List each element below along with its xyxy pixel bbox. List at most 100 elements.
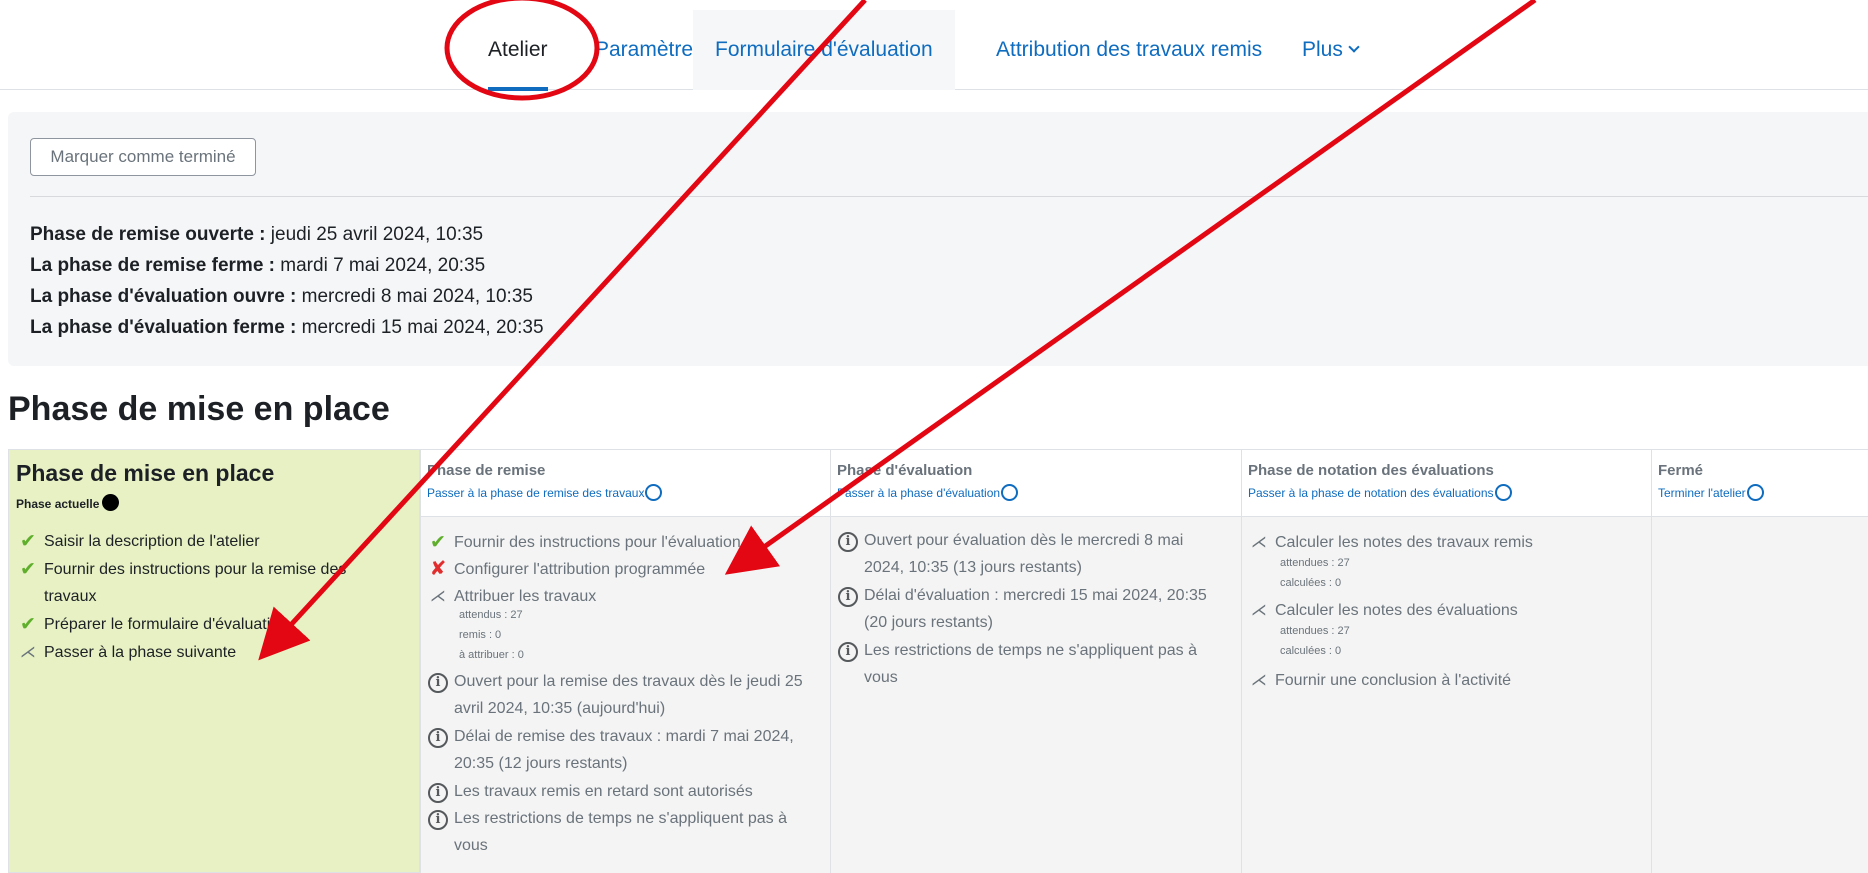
switch-link-text: Passer à la phase de notation des évalua… — [1248, 486, 1494, 500]
task-text[interactable]: Configurer l'attribution programmée — [427, 556, 817, 583]
task-text[interactable]: Fournir des instructions pour la remise … — [17, 556, 357, 610]
todo-icon: ⋌ — [20, 644, 36, 661]
phase-submission-tasks: ✔ Fournir des instructions pour l'évaluat… — [421, 517, 830, 873]
check-icon: ✔ — [20, 559, 36, 580]
stat-expected: attendus : 27 — [459, 609, 523, 621]
task-item: i Délai d'évaluation : mercredi 15 mai 20… — [837, 582, 1227, 636]
check-icon: ✔ — [20, 614, 36, 635]
task-text[interactable]: Calculer les notes des travaux remis — [1248, 529, 1638, 556]
stat-to-allocate: à attribuer : 0 — [459, 649, 524, 661]
stat-calculated: calculées : 0 — [1280, 577, 1342, 589]
task-item: ✔ Fournir des instructions pour la remise… — [17, 556, 357, 610]
task-text[interactable]: Calculer les notes des évaluations — [1248, 597, 1638, 624]
task-text: Les restrictions de temps ne s'appliquen… — [454, 810, 788, 854]
tab-formulaire-evaluation[interactable]: Formulaire d'évaluation — [693, 10, 955, 90]
stat-calculated: calculées : 0 — [1280, 645, 1342, 657]
info-icon: i — [838, 642, 858, 662]
mark-as-done-button[interactable]: Marquer comme terminé — [30, 138, 256, 176]
tab-parametres[interactable]: Paramètres — [595, 10, 704, 90]
info-icon: i — [428, 783, 448, 803]
task-item: i Ouvert pour la remise des travaux dès l… — [427, 668, 817, 722]
tab-plus-label: Plus — [1302, 38, 1343, 61]
task-text[interactable]: Passer à la phase suivante — [17, 639, 407, 666]
phase-setup-title: Phase de mise en place — [16, 460, 275, 486]
task-text[interactable]: Préparer le formulaire d'évaluation — [17, 611, 407, 638]
tab-attribution-travaux[interactable]: Attribution des travaux remis — [996, 10, 1262, 90]
task-item: ✔ Préparer le formulaire d'évaluation — [17, 611, 407, 638]
date-value: mardi 7 mai 2024, 20:35 — [275, 255, 486, 276]
todo-icon: ⋌ — [1251, 602, 1267, 619]
phase-setup-column: Phase de mise en place Phase actuelle ✔ S… — [8, 449, 420, 873]
divider — [30, 196, 1868, 197]
todo-icon: ⋌ — [1251, 672, 1267, 689]
phase-closed-title: Fermé — [1658, 462, 1704, 479]
switch-link-text: Passer à la phase de remise des travaux — [427, 486, 645, 500]
circle-icon — [1001, 484, 1019, 501]
task-item: ✔ Saisir la description de l'atelier — [17, 528, 407, 555]
info-icon: i — [838, 587, 858, 607]
switch-to-assessment-link[interactable]: Passer à la phase d'évaluation — [837, 484, 1019, 501]
task-item: ⋌ Calculer les notes des travaux remis — [1248, 529, 1638, 556]
activity-info-panel: Marquer comme terminé Phase de remise ou… — [8, 112, 1868, 366]
task-text: Les travaux remis en retard sont autoris… — [454, 783, 753, 800]
date-label: La phase d'évaluation ferme : — [30, 317, 297, 338]
task-item: ⋌ Fournir une conclusion à l'activité — [1248, 667, 1638, 694]
phase-closed-header: Fermé Terminer l'atelier — [1652, 449, 1868, 517]
date-value: mercredi 8 mai 2024, 10:35 — [296, 286, 533, 307]
circle-icon — [645, 484, 663, 501]
todo-icon: ⋌ — [430, 588, 446, 605]
phase-closed-column: Fermé Terminer l'atelier — [1651, 449, 1868, 873]
close-workshop-link[interactable]: Terminer l'atelier — [1658, 484, 1764, 501]
stat-expected: attendues : 27 — [1280, 557, 1350, 569]
task-text[interactable]: Attribuer les travaux — [427, 583, 817, 610]
phase-assessment-column: Phase d'évaluation Passer à la phase d'é… — [830, 449, 1241, 873]
task-text: Ouvert pour évaluation dès le mercredi 8… — [864, 532, 1184, 576]
task-item: i Les restrictions de temps ne s'applique… — [837, 637, 1227, 691]
task-text[interactable]: Fournir une conclusion à l'activité — [1248, 667, 1638, 694]
phase-assessment-tasks: i Ouvert pour évaluation dès le mercredi … — [831, 517, 1241, 873]
phase-setup-tasks: ✔ Saisir la description de l'atelier ✔ Fou… — [9, 518, 419, 872]
stat-expected: attendues : 27 — [1280, 625, 1350, 637]
current-phase-label: Phase actuelle — [16, 494, 120, 511]
chevron-down-icon — [1348, 41, 1360, 53]
phase-grading-title: Phase de notation des évaluations — [1248, 462, 1494, 479]
date-assessment-open: La phase d'évaluation ouvre : mercredi 8… — [30, 286, 533, 308]
phase-assessment-header: Phase d'évaluation Passer à la phase d'é… — [831, 449, 1241, 517]
todo-icon: ⋌ — [1251, 534, 1267, 551]
date-submission-open: Phase de remise ouverte : jeudi 25 avril… — [30, 224, 483, 246]
secondary-navigation: Atelier Paramètres Formulaire d'évaluati… — [0, 0, 1868, 91]
task-item: i Les travaux remis en retard sont autori… — [427, 778, 817, 805]
task-item: i Délai de remise des travaux : mardi 7 m… — [427, 723, 817, 777]
phase-grading-column: Phase de notation des évaluations Passer… — [1241, 449, 1651, 873]
date-label: La phase de remise ferme : — [30, 255, 275, 276]
task-text: Délai d'évaluation : mercredi 15 mai 202… — [864, 587, 1207, 631]
task-item: ⋌ Attribuer les travaux — [427, 583, 817, 610]
date-submission-close: La phase de remise ferme : mardi 7 mai 2… — [30, 255, 485, 277]
cross-icon: ✘ — [429, 558, 447, 580]
switch-link-text: Passer à la phase d'évaluation — [837, 486, 1001, 500]
stat-submitted: remis : 0 — [459, 629, 502, 641]
workshop-planner: Phase de mise en place Phase actuelle ✔ S… — [8, 449, 1868, 873]
task-text[interactable]: Saisir la description de l'atelier — [17, 528, 407, 555]
phase-setup-header: Phase de mise en place Phase actuelle — [9, 450, 419, 518]
date-value: mercredi 15 mai 2024, 20:35 — [296, 317, 544, 338]
date-label: Phase de remise ouverte : — [30, 224, 266, 245]
task-text[interactable]: Fournir des instructions pour l'évaluati… — [427, 529, 817, 556]
phase-closed-tasks — [1652, 517, 1868, 873]
tab-atelier[interactable]: Atelier — [488, 10, 548, 91]
tab-plus[interactable]: Plus — [1302, 10, 1360, 90]
task-text: Les restrictions de temps ne s'appliquen… — [864, 642, 1198, 686]
info-icon: i — [428, 673, 448, 693]
circle-icon — [1494, 484, 1512, 501]
date-value: jeudi 25 avril 2024, 10:35 — [265, 224, 484, 245]
task-item: i Les restrictions de temps ne s'applique… — [427, 805, 817, 859]
task-item: ✘ Configurer l'attribution programmée — [427, 556, 817, 583]
info-icon: i — [428, 728, 448, 748]
phase-grading-header: Phase de notation des évaluations Passer… — [1242, 449, 1651, 517]
switch-link-text: Terminer l'atelier — [1658, 486, 1746, 500]
check-icon: ✔ — [430, 532, 446, 553]
phase-submission-title: Phase de remise — [427, 462, 546, 479]
switch-to-grading-link[interactable]: Passer à la phase de notation des évalua… — [1248, 484, 1512, 501]
switch-to-submission-link[interactable]: Passer à la phase de remise des travaux — [427, 484, 663, 501]
task-item: i Ouvert pour évaluation dès le mercredi … — [837, 527, 1227, 581]
